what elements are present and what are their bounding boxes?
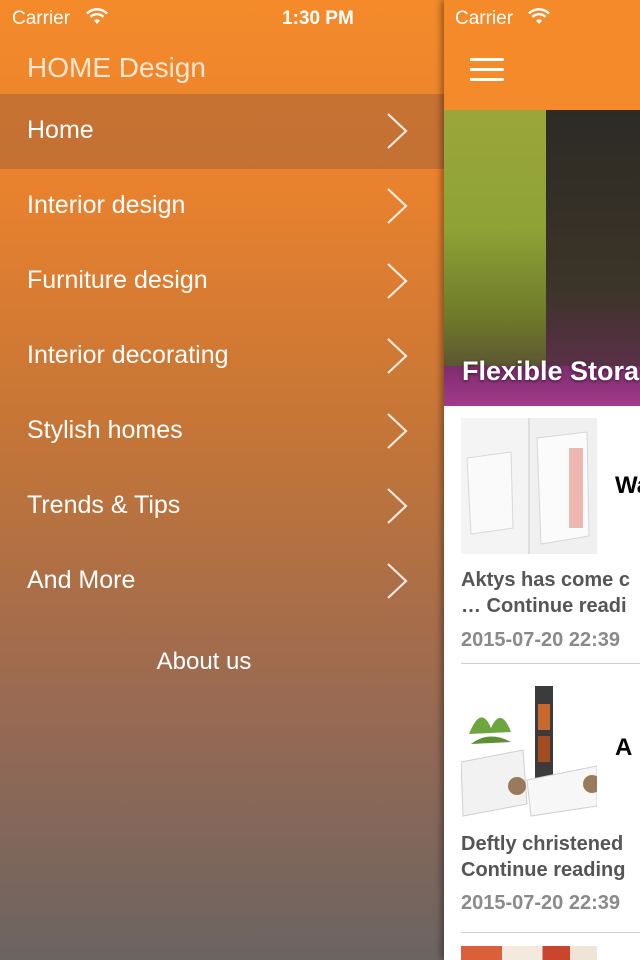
menu-item-interior-design[interactable]: Interior design — [0, 169, 444, 244]
carrier-label: Carrier — [455, 8, 514, 29]
menu-item-label: Stylish homes — [27, 416, 183, 444]
article-thumbnail — [461, 684, 597, 820]
about-us-button[interactable]: About us — [0, 648, 408, 676]
menu-item-label: Interior decorating — [27, 341, 229, 369]
drawer-menu: Home Interior design Furniture design In… — [0, 94, 444, 619]
chevron-right-icon — [387, 113, 408, 149]
menu-item-label: Interior design — [27, 191, 186, 219]
article-excerpt-line: Deftly christened — [461, 833, 624, 855]
menu-item-interior-decorating[interactable]: Interior decorating — [0, 319, 444, 394]
carrier-label: Carrier — [12, 8, 71, 29]
wifi-icon — [528, 8, 550, 24]
chevron-right-icon — [387, 563, 408, 599]
article-date: 2015-07-20 22:39 — [461, 892, 621, 914]
article-excerpt-line: Aktys has come c — [461, 569, 630, 591]
menu-item-home[interactable]: Home — [0, 94, 444, 169]
article-excerpt-line: … Continue readi — [461, 595, 627, 617]
article-thumbnail — [461, 418, 597, 554]
chevron-right-icon — [387, 488, 408, 524]
chevron-right-icon — [387, 413, 408, 449]
menu-item-trends-tips[interactable]: Trends & Tips — [0, 469, 444, 544]
chevron-right-icon — [387, 188, 408, 224]
chevron-right-icon — [387, 263, 408, 299]
hamburger-icon[interactable] — [470, 58, 504, 84]
article-divider — [461, 663, 640, 664]
chevron-right-icon — [387, 338, 408, 374]
article-title: Wa — [615, 472, 640, 499]
side-drawer: Carrier 1:30 PM HOME Design Home Interio… — [0, 0, 444, 960]
menu-item-stylish-homes[interactable]: Stylish homes — [0, 394, 444, 469]
panel-header: Carrier — [444, 0, 640, 110]
article-divider — [461, 932, 640, 933]
wifi-icon — [86, 8, 108, 24]
hero-title: Flexible Stora — [462, 356, 640, 386]
article-date: 2015-07-20 22:39 — [461, 629, 621, 651]
article-item[interactable]: A Deftly christened Continue reading 201… — [444, 670, 640, 935]
menu-item-label: Home — [27, 116, 94, 144]
status-time: 1:30 PM — [282, 8, 354, 29]
menu-item-label: Trends & Tips — [27, 491, 181, 519]
status-bar: Carrier 1:30 PM — [0, 0, 444, 40]
featured-hero-image[interactable]: Flexible Stora — [444, 110, 640, 406]
menu-item-label: Furniture design — [27, 266, 208, 294]
menu-item-label: And More — [27, 566, 136, 594]
app-title: HOME Design — [27, 52, 206, 83]
menu-item-furniture-design[interactable]: Furniture design — [0, 244, 444, 319]
menu-item-and-more[interactable]: And More — [0, 544, 444, 619]
article-title: A — [615, 734, 633, 761]
next-article-thumbnail[interactable] — [461, 946, 597, 960]
article-excerpt-line: Continue reading — [461, 859, 626, 881]
article-item[interactable]: Wa Aktys has come c … Continue readi 201… — [444, 406, 640, 664]
content-panel: Carrier Flexible Stora W Aktys has come … — [444, 0, 640, 960]
